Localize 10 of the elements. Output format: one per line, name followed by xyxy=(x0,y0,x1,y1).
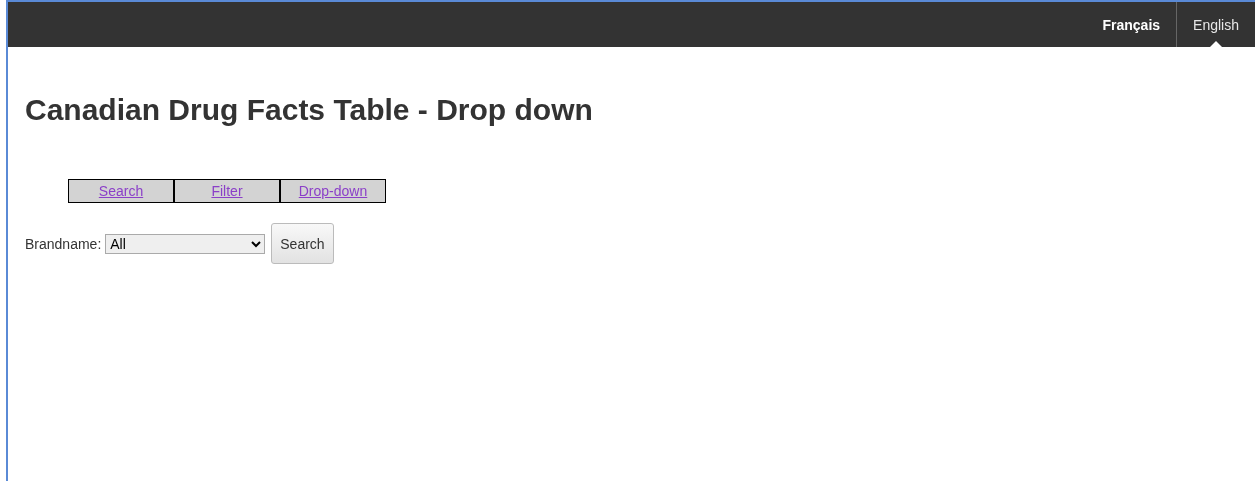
tab-link[interactable]: Search xyxy=(69,180,173,202)
tab-link[interactable]: Drop-down xyxy=(279,180,385,202)
language-link[interactable]: Français xyxy=(1086,2,1177,47)
tab-link[interactable]: Filter xyxy=(173,180,279,202)
language-link[interactable]: English xyxy=(1177,2,1255,47)
search-button[interactable]: Search xyxy=(271,223,334,264)
page-title: Canadian Drug Facts Table - Drop down xyxy=(25,93,594,127)
caret-icon xyxy=(1210,41,1223,47)
brandname-dropdown[interactable]: All xyxy=(105,233,266,254)
field-label: Brandname: xyxy=(25,235,102,252)
